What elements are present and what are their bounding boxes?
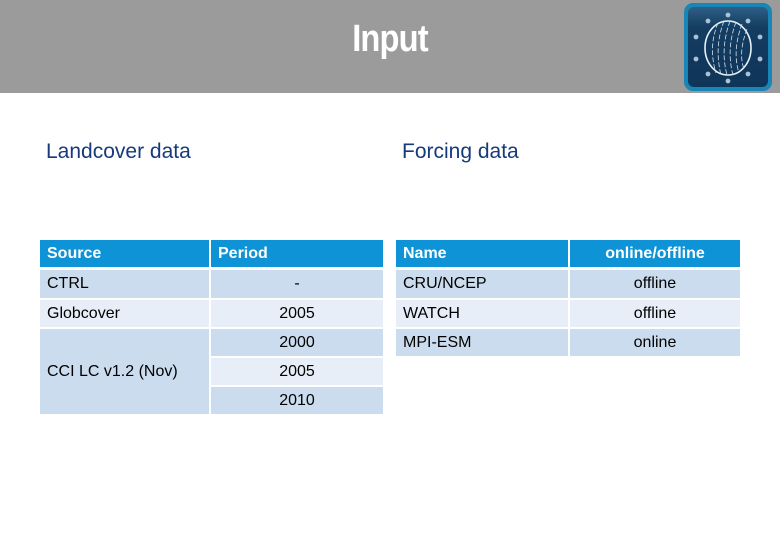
table-cell-mode: online [570, 329, 740, 356]
column-header-mode: online/offline [570, 240, 740, 267]
table-cell-period: 2000 [211, 329, 383, 356]
table-cell-name: CRU/NCEP [396, 270, 568, 298]
column-header-name: Name [396, 240, 568, 267]
table-cell-mode: offline [570, 270, 740, 298]
table-cell-source: Globcover [40, 300, 209, 327]
table-cell-name: MPI-ESM [396, 329, 568, 356]
forcing-heading: Forcing data [402, 140, 519, 163]
table-cell-mode: offline [570, 300, 740, 327]
table-cell-period: 2005 [211, 300, 383, 327]
globe-icon [693, 12, 763, 84]
table-cell-period: - [211, 270, 383, 298]
column-header-period: Period [211, 240, 383, 267]
table-cell-source: CTRL [40, 270, 209, 298]
page-title: Input [352, 18, 428, 60]
table-cell-period: 2005 [211, 358, 383, 385]
table-cell-source: CCI LC v1.2 (Nov) [40, 329, 209, 414]
landcover-heading: Landcover data [46, 140, 191, 163]
globe-logo-icon [684, 3, 772, 91]
column-header-source: Source [40, 240, 209, 267]
table-cell-period: 2010 [211, 387, 383, 414]
header-bar: Input [0, 0, 780, 93]
table-cell-name: WATCH [396, 300, 568, 327]
